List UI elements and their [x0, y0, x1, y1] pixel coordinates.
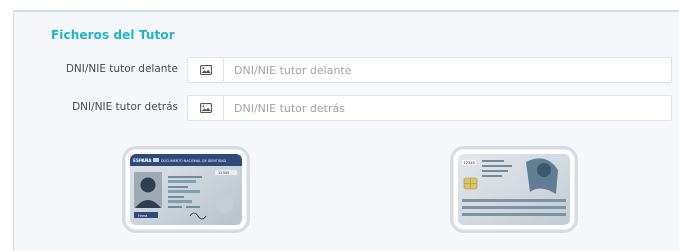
field-label-back: DNI/NIE tutor detrás — [72, 101, 178, 113]
file-input-group-front — [187, 57, 672, 83]
image-icon — [199, 103, 212, 113]
form-row-back: DNI/NIE tutor detrás — [0, 95, 679, 121]
field-label-front: DNI/NIE tutor delante — [65, 63, 178, 75]
file-name-input-back[interactable] — [224, 96, 671, 120]
upload-button-front[interactable] — [188, 58, 224, 82]
id-card-back-image: 12345 — [458, 154, 570, 225]
file-name-input-front[interactable] — [224, 58, 671, 82]
id-card-front-image: ESPAÑA DOCUMENTO NACIONAL DE IDENTIDAD 1… — [130, 154, 242, 225]
card-doc-title-text: DOCUMENTO NACIONAL DE IDENTIDAD — [161, 159, 226, 163]
tutor-files-panel — [13, 11, 679, 251]
card-country-text: ESPAÑA — [133, 158, 152, 163]
form-row-front: DNI/NIE tutor delante — [0, 57, 679, 83]
id-card-front-example: ESPAÑA DOCUMENTO NACIONAL DE IDENTIDAD 1… — [122, 146, 250, 233]
card-signature-label: Firma — [138, 214, 147, 218]
section-title: Ficheros del Tutor — [51, 28, 175, 42]
card-number-text: 12345 — [218, 171, 229, 175]
card-back-number-text: 12345 — [464, 161, 475, 165]
file-input-group-back — [187, 95, 672, 121]
id-card-back-example: 12345 — [450, 146, 578, 233]
image-icon — [199, 65, 212, 75]
upload-button-back[interactable] — [188, 96, 224, 120]
